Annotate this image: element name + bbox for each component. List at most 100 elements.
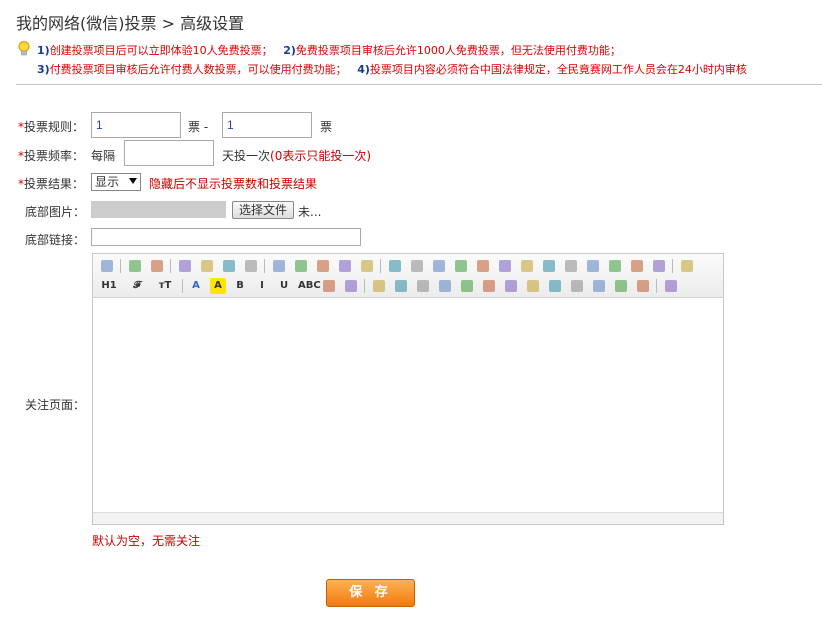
toolbar-row-2: H1 𝓕тT A A B I U ABC (98, 276, 684, 296)
paste-text-icon[interactable] (339, 260, 351, 272)
preview-icon[interactable] (179, 260, 191, 272)
tip-number-1: 1) (37, 44, 50, 57)
toolbar-separator (120, 259, 121, 273)
select-all-icon[interactable] (653, 260, 665, 272)
rule-label-text: 投票规则： (24, 120, 85, 134)
editor-toolbar: H1 𝓕тT A A B I U ABC (93, 254, 723, 298)
paste-icon[interactable] (317, 260, 329, 272)
result-hint: 隐藏后不显示投票数和投票结果 (149, 177, 318, 191)
freq-label: *投票频率： (18, 147, 84, 164)
clear-format-icon[interactable] (609, 260, 621, 272)
result-select-value: 显示 (95, 175, 120, 189)
result-label-text: 投票结果： (24, 177, 85, 191)
heading-icon[interactable]: H1 (98, 278, 120, 294)
toolbar-separator (364, 279, 365, 293)
tip-number-2: 2) (283, 44, 296, 57)
file-icon[interactable] (461, 280, 473, 292)
pagebreak-icon[interactable] (571, 280, 583, 292)
tip-text-2: 免费投票项目审核后允许1000人免费投票，但无法使用付费功能； (295, 44, 621, 57)
indent-icon[interactable] (521, 260, 533, 272)
table-icon[interactable] (483, 280, 495, 292)
result-label: *投票结果： (18, 175, 84, 192)
print-icon[interactable] (201, 260, 213, 272)
anchor-icon[interactable] (593, 280, 605, 292)
page-title: 我的网络(微信)投票 > 高级设置 (16, 14, 245, 33)
multi-image-icon[interactable] (395, 280, 407, 292)
ordered-list-icon[interactable] (477, 260, 489, 272)
image-icon[interactable] (373, 280, 385, 292)
editor-resize-bar[interactable] (93, 512, 723, 524)
code-icon[interactable] (245, 260, 257, 272)
cut-icon[interactable] (273, 260, 285, 272)
freq-input[interactable] (124, 140, 214, 166)
font-color-icon[interactable]: A (188, 278, 204, 294)
file-status: 未... (298, 205, 322, 219)
chevron-down-icon (129, 178, 137, 184)
freq-label-text: 投票频率： (24, 149, 85, 163)
font-family-icon[interactable]: 𝓕 (126, 278, 148, 294)
font-size-icon[interactable]: тT (154, 278, 176, 294)
strikethrough-icon[interactable]: ABC (298, 278, 321, 294)
toolbar-separator (656, 279, 657, 293)
italic-icon[interactable]: I (254, 278, 270, 294)
editor-body[interactable] (93, 299, 723, 512)
highlight-icon[interactable]: A (210, 278, 226, 294)
choose-file-button[interactable]: 选择文件 (232, 201, 294, 219)
source-icon[interactable] (101, 260, 113, 272)
divider (16, 84, 822, 85)
redo-icon[interactable] (151, 260, 163, 272)
toolbar-separator (264, 259, 265, 273)
freq-suffix-text: 天投一次 (222, 149, 271, 163)
toolbar-separator (182, 279, 183, 293)
unordered-list-icon[interactable] (499, 260, 511, 272)
superscript-icon[interactable] (587, 260, 599, 272)
freq-hint: (0表示只能投一次) (270, 149, 372, 163)
media-icon[interactable] (439, 280, 451, 292)
result-select[interactable]: 显示 (91, 173, 141, 191)
image-label: 底部图片： (25, 205, 86, 219)
underline-icon[interactable]: U (276, 278, 292, 294)
map-icon[interactable] (549, 280, 561, 292)
outdent-icon[interactable] (543, 260, 555, 272)
save-button[interactable]: 保 存 (326, 579, 415, 607)
template-icon[interactable] (223, 260, 235, 272)
link-input[interactable] (91, 228, 361, 246)
rich-text-editor: H1 𝓕тT A A B I U ABC (92, 253, 724, 525)
flash-icon[interactable] (417, 280, 429, 292)
tip-number-3: 3) (37, 63, 50, 76)
tip-text-1: 创建投票项目后可以立即体验10人免费投票； (49, 44, 273, 57)
freq-prefix: 每隔 (91, 149, 116, 163)
unlink-icon[interactable] (637, 280, 649, 292)
bold-icon[interactable]: B (232, 278, 248, 294)
follow-hint: 默认为空，无需关注 (92, 534, 201, 548)
format-painter-icon[interactable] (631, 260, 643, 272)
align-justify-icon[interactable] (455, 260, 467, 272)
toolbar-separator (672, 259, 673, 273)
link-icon[interactable] (615, 280, 627, 292)
emoticon-icon[interactable] (527, 280, 539, 292)
align-right-icon[interactable] (433, 260, 445, 272)
toolbar-separator (170, 259, 171, 273)
rule-min-input[interactable] (91, 112, 181, 138)
remove-format-icon[interactable] (345, 280, 357, 292)
subscript-icon[interactable] (565, 260, 577, 272)
tip-text-4: 投票项目内容必须符合中国法律规定，全民竟赛网工作人员会在24小时内审核 (369, 63, 747, 76)
hr-icon[interactable] (505, 280, 517, 292)
rule-max-input[interactable] (222, 112, 312, 138)
file-input-bar[interactable] (91, 201, 226, 218)
paste-word-icon[interactable] (361, 260, 373, 272)
align-left-icon[interactable] (389, 260, 401, 272)
help-icon[interactable] (665, 280, 677, 292)
rule-label: *投票规则： (18, 118, 84, 135)
copy-icon[interactable] (295, 260, 307, 272)
line-height-icon[interactable] (323, 280, 335, 292)
lightbulb-icon (18, 41, 30, 56)
freq-suffix: 天投一次(0表示只能投一次) (222, 147, 371, 164)
align-center-icon[interactable] (411, 260, 423, 272)
link-label: 底部链接： (25, 233, 86, 247)
undo-icon[interactable] (129, 260, 141, 272)
rule-unit-2: 票 (320, 120, 333, 134)
tip-line-2: 3)付费投票项目审核后允许付费人数投票，可以使用付费功能； 4)投票项目内容必须… (37, 61, 747, 77)
tip-line-1: 1)创建投票项目后可以立即体验10人免费投票； 2)免费投票项目审核后允许100… (37, 42, 621, 58)
fullscreen-icon[interactable] (681, 260, 693, 272)
